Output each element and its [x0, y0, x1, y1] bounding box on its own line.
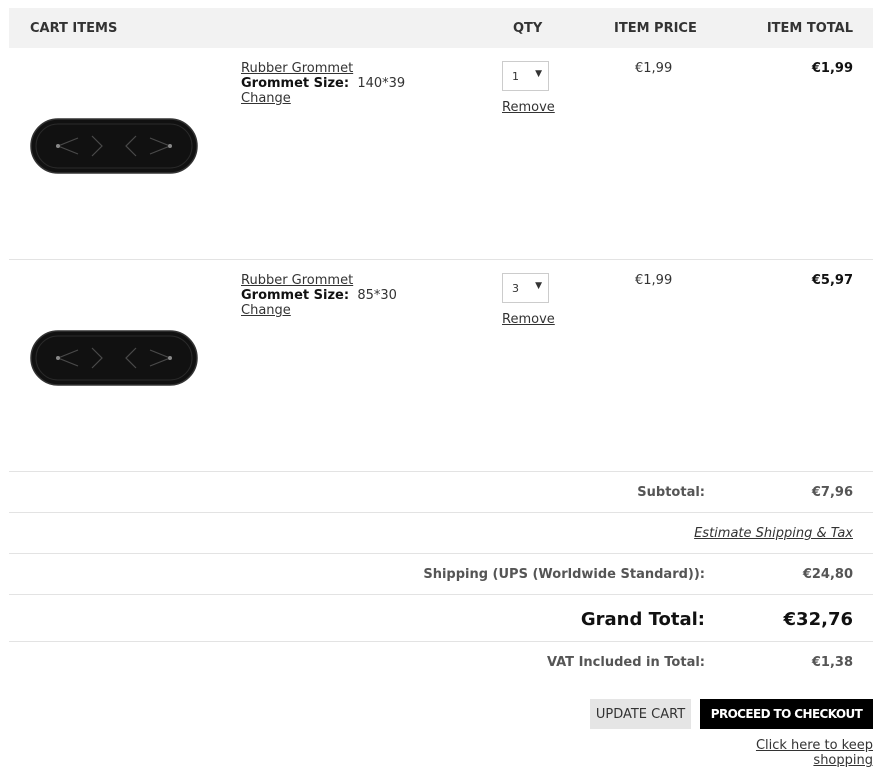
update-cart-button[interactable]: UPDATE CART — [590, 699, 691, 729]
shipping-label: Shipping (UPS (Worldwide Standard)): — [423, 567, 705, 582]
grand-total-label: Grand Total: — [580, 609, 705, 630]
cart-header: CART ITEMS QTY ITEM PRICE ITEM TOTAL — [9, 8, 873, 48]
option-label: Grommet Size: — [241, 76, 350, 91]
caret-down-icon: ▼ — [535, 281, 542, 291]
product-name-link[interactable]: Rubber Grommet — [241, 273, 397, 288]
header-qty: QTY — [513, 21, 543, 36]
qty-value: 3 — [512, 282, 519, 295]
cart-table: CART ITEMS QTY ITEM PRICE ITEM TOTAL Rub… — [9, 8, 873, 682]
shipping-amount: €24,80 — [802, 567, 853, 582]
item-total: €5,97 — [811, 273, 853, 288]
vat-row: VAT Included in Total: €1,38 — [9, 642, 873, 682]
keep-shopping-link[interactable]: Click here to keep shopping — [743, 738, 873, 768]
option-value: 140*39 — [357, 76, 406, 91]
qty-value: 1 — [512, 70, 519, 83]
header-item-price: ITEM PRICE — [614, 21, 697, 36]
option-value: 85*30 — [357, 288, 397, 303]
item-details: Rubber Grommet Grommet Size: 140*39 Chan… — [241, 61, 405, 106]
grand-total-amount: €32,76 — [783, 609, 853, 630]
cart-item-row: Rubber Grommet Grommet Size: 85*30 Chang… — [9, 260, 873, 472]
qty-select[interactable]: 1 ▼ — [502, 61, 549, 91]
remove-link[interactable]: Remove — [502, 100, 555, 115]
change-link[interactable]: Change — [241, 303, 397, 318]
subtotal-amount: €7,96 — [811, 485, 853, 500]
subtotal-label: Subtotal: — [637, 485, 705, 500]
item-details: Rubber Grommet Grommet Size: 85*30 Chang… — [241, 273, 397, 318]
qty-select[interactable]: 3 ▼ — [502, 273, 549, 303]
estimate-shipping-link[interactable]: Estimate Shipping & Tax — [694, 526, 853, 541]
remove-link[interactable]: Remove — [502, 312, 555, 327]
item-price: €1,99 — [635, 273, 673, 288]
product-image[interactable] — [30, 118, 198, 174]
item-price: €1,99 — [635, 61, 673, 76]
grand-total-row: Grand Total: €32,76 — [9, 595, 873, 642]
option-label: Grommet Size: — [241, 288, 350, 303]
header-cart-items: CART ITEMS — [30, 21, 118, 36]
vat-label: VAT Included in Total: — [546, 655, 705, 670]
subtotal-row: Subtotal: €7,96 — [9, 472, 873, 513]
product-image[interactable] — [30, 330, 198, 386]
vat-amount: €1,38 — [811, 655, 853, 670]
change-link[interactable]: Change — [241, 91, 405, 106]
shipping-row: Shipping (UPS (Worldwide Standard)): €24… — [9, 554, 873, 595]
header-item-total: ITEM TOTAL — [766, 21, 853, 36]
product-name-link[interactable]: Rubber Grommet — [241, 61, 405, 76]
proceed-to-checkout-button[interactable]: PROCEED TO CHECKOUT — [700, 699, 873, 729]
item-total: €1,99 — [811, 61, 853, 76]
estimate-row: Estimate Shipping & Tax — [9, 513, 873, 554]
item-option: Grommet Size: 140*39 — [241, 76, 405, 91]
item-option: Grommet Size: 85*30 — [241, 288, 397, 303]
cart-item-row: Rubber Grommet Grommet Size: 140*39 Chan… — [9, 48, 873, 260]
caret-down-icon: ▼ — [535, 69, 542, 79]
